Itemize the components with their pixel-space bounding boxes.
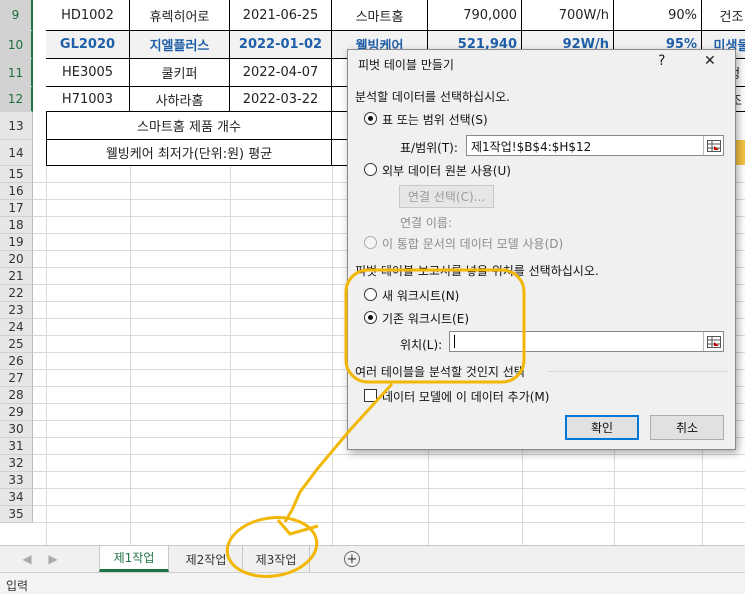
gridline bbox=[33, 522, 745, 523]
collapse-range-icon[interactable] bbox=[703, 136, 723, 155]
table-cell[interactable]: 휴렉히어로 bbox=[130, 0, 230, 31]
table-cell[interactable]: 2022-03-22 bbox=[230, 87, 332, 112]
row-header[interactable]: 21 bbox=[0, 268, 33, 285]
row-header[interactable]: 33 bbox=[0, 472, 33, 489]
scroll-right-icon[interactable]: ▶ bbox=[44, 546, 62, 572]
row-header[interactable]: 12 bbox=[0, 87, 33, 112]
radio-external-source-label[interactable]: 외부 데이터 원본 사용(U) bbox=[382, 162, 511, 179]
radio-data-model-label[interactable]: 이 통합 문서의 데이터 모델 사용(D) bbox=[382, 235, 563, 252]
sheet-tab-bar: ◀ ▶ 제1작업 제2작업 제3작업 + bbox=[0, 545, 745, 572]
table-cell[interactable]: 스마트홈 bbox=[332, 0, 428, 31]
table-cell[interactable]: HD1002 bbox=[46, 0, 130, 31]
row-header[interactable]: 35 bbox=[0, 506, 33, 523]
row-header[interactable]: 17 bbox=[0, 200, 33, 217]
row-header[interactable]: 28 bbox=[0, 387, 33, 404]
connection-name-label: 연결 이름: bbox=[400, 216, 453, 230]
range-label: 표/범위(T): bbox=[400, 141, 458, 155]
table-cell[interactable]: 700W/h bbox=[522, 0, 614, 31]
dialog-title: 피벗 테이블 만들기 bbox=[358, 58, 454, 72]
radio-new-worksheet[interactable] bbox=[364, 288, 377, 301]
collapse-location-icon[interactable] bbox=[703, 332, 723, 351]
row-header[interactable]: 24 bbox=[0, 319, 33, 336]
add-data-model-checkbox[interactable] bbox=[364, 389, 377, 402]
table-cell[interactable]: 사하라홈 bbox=[130, 87, 230, 112]
ok-button[interactable]: 확인 bbox=[565, 415, 639, 440]
row-header[interactable]: 22 bbox=[0, 285, 33, 302]
row-header[interactable]: 19 bbox=[0, 234, 33, 251]
summary-label-cell[interactable]: 스마트홈 제품 개수 bbox=[46, 112, 332, 140]
table-cell[interactable]: 지엘플러스 bbox=[130, 31, 230, 59]
radio-new-worksheet-label[interactable]: 새 워크시트(N) bbox=[382, 287, 459, 304]
table-cell[interactable]: 790,000 bbox=[428, 0, 522, 31]
row-header[interactable]: 16 bbox=[0, 183, 33, 200]
add-sheet-icon[interactable]: + bbox=[342, 546, 362, 572]
gridline bbox=[46, 166, 47, 545]
row-header[interactable]: 27 bbox=[0, 370, 33, 387]
row-header[interactable]: 20 bbox=[0, 251, 33, 268]
row-header[interactable]: 10 bbox=[0, 31, 33, 59]
gridline bbox=[33, 505, 745, 506]
tab-sheet1[interactable]: 제1작업 bbox=[99, 546, 169, 572]
row-header[interactable]: 32 bbox=[0, 455, 33, 472]
radio-external-source[interactable] bbox=[364, 163, 377, 176]
gridline bbox=[33, 488, 745, 489]
location-label: 위치(L): bbox=[400, 338, 443, 352]
gridline bbox=[332, 166, 333, 545]
table-cell[interactable]: HE3005 bbox=[46, 59, 130, 87]
section-select-data: 분석할 데이터를 선택하십시오. bbox=[355, 90, 510, 104]
row-header[interactable]: 11 bbox=[0, 59, 33, 87]
row-header[interactable]: 9 bbox=[0, 0, 33, 31]
scroll-left-icon[interactable]: ◀ bbox=[18, 546, 36, 572]
section-multiple-tables: 여러 테이블을 분석할 것인지 선택 bbox=[355, 365, 525, 379]
table-cell[interactable]: 90% bbox=[614, 0, 702, 31]
radio-table-range[interactable] bbox=[364, 112, 377, 125]
row-header[interactable]: 34 bbox=[0, 489, 33, 506]
help-button[interactable]: ? bbox=[658, 53, 665, 69]
summary-label-cell[interactable]: 웰빙케어 최저가(단위:원) 평균 bbox=[46, 140, 332, 166]
status-bar: 입력 bbox=[0, 572, 745, 594]
row-header[interactable]: 14 bbox=[0, 140, 33, 166]
row-header[interactable]: 26 bbox=[0, 353, 33, 370]
row-header[interactable]: 31 bbox=[0, 438, 33, 455]
gridline bbox=[130, 166, 131, 545]
radio-existing-worksheet-label[interactable]: 기존 워크시트(E) bbox=[382, 310, 469, 327]
table-cell[interactable]: H71003 bbox=[46, 87, 130, 112]
row-header[interactable]: 30 bbox=[0, 421, 33, 438]
close-button[interactable]: ✕ bbox=[704, 53, 716, 69]
add-data-model-label[interactable]: 데이터 모델에 이 데이터 추가(M) bbox=[382, 388, 549, 405]
text-cursor bbox=[454, 335, 455, 348]
radio-data-model[interactable] bbox=[364, 236, 377, 249]
row-header[interactable]: 23 bbox=[0, 302, 33, 319]
table-cell[interactable]: 2022-04-07 bbox=[230, 59, 332, 87]
gridline bbox=[33, 454, 745, 455]
status-mode: 입력 bbox=[6, 579, 29, 593]
highlighted-cell[interactable] bbox=[736, 140, 745, 165]
location-input[interactable] bbox=[449, 331, 724, 352]
row-header[interactable]: 25 bbox=[0, 336, 33, 353]
section-report-location: 피벗 테이블 보고서를 넣을 위치를 선택하십시오. bbox=[355, 264, 599, 278]
create-pivot-table-dialog[interactable]: 피벗 테이블 만들기 ? ✕ 분석할 데이터를 선택하십시오. 표 또는 범위 … bbox=[347, 49, 736, 450]
radio-table-range-label[interactable]: 표 또는 범위 선택(S) bbox=[382, 111, 488, 128]
choose-connection-button[interactable]: 연결 선택(C)... bbox=[399, 185, 494, 208]
table-cell[interactable]: 쿨키퍼 bbox=[130, 59, 230, 87]
radio-existing-worksheet[interactable] bbox=[364, 311, 377, 324]
row-header[interactable]: 29 bbox=[0, 404, 33, 421]
gridline bbox=[230, 166, 231, 545]
tab-sheet2[interactable]: 제2작업 bbox=[172, 546, 240, 572]
table-cell[interactable]: GL2020 bbox=[46, 31, 130, 59]
table-cell[interactable]: 2022-01-02 bbox=[230, 31, 332, 59]
range-input[interactable]: 제1작업!$B$4:$H$12 bbox=[466, 135, 724, 156]
table-cell[interactable]: 2021-06-25 bbox=[230, 0, 332, 31]
row-header[interactable]: 18 bbox=[0, 217, 33, 234]
cancel-button[interactable]: 취소 bbox=[650, 415, 724, 440]
gridline bbox=[33, 471, 745, 472]
row-header[interactable]: 15 bbox=[0, 166, 33, 183]
table-cell[interactable]: 건조 bbox=[702, 0, 745, 31]
tab-sheet3[interactable]: 제3작업 bbox=[242, 546, 310, 572]
row-header[interactable]: 13 bbox=[0, 112, 33, 140]
